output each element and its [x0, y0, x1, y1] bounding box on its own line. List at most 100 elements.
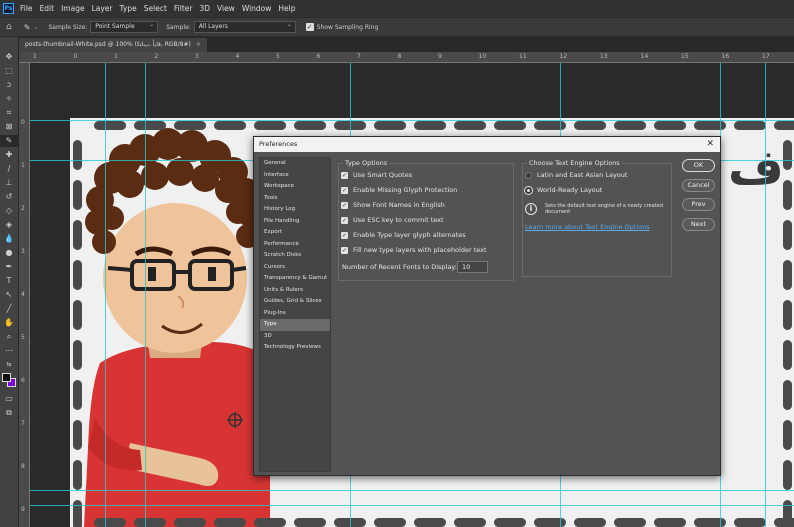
menu-help[interactable]: Help [278, 4, 295, 13]
font-names-english-checkbox[interactable]: ✓ [341, 201, 348, 209]
world-ready-option[interactable]: World-Ready Layout [525, 186, 602, 194]
blur-tool-icon[interactable]: 💧 [0, 233, 18, 245]
missing-glyph-option[interactable]: ✓ Enable Missing Glyph Protection [341, 186, 457, 194]
guide-line-horizontal[interactable] [30, 490, 794, 491]
esc-commit-checkbox[interactable]: ✓ [341, 216, 348, 224]
menu-3d[interactable]: 3D [199, 4, 210, 13]
sample-label: Sample: [166, 23, 191, 31]
history-brush-icon[interactable]: ↺ [0, 191, 18, 203]
prev-button[interactable]: Prev [682, 198, 715, 211]
category-tools[interactable]: Tools [260, 193, 330, 205]
healing-brush-icon[interactable]: ✚ [0, 149, 18, 161]
screen-mode-icon[interactable]: ⧉ [0, 407, 18, 419]
menu-filter[interactable]: Filter [174, 4, 193, 13]
ruler-number: 4 [235, 53, 240, 60]
ruler-number: 0 [21, 119, 25, 126]
move-tool-icon[interactable]: ✥ [0, 51, 18, 63]
category-technology-previews[interactable]: Technology Previews [260, 342, 330, 354]
menu-file[interactable]: File [20, 4, 33, 13]
frame-dash-right [783, 420, 792, 450]
magic-wand-tool-icon[interactable]: ✧ [0, 93, 18, 105]
pen-tool-icon[interactable]: ✒ [0, 261, 18, 273]
document-tab[interactable]: posts-thumbnail-White.psd @ 100% (ﻗﺎﻳﺃ ,… [19, 38, 207, 52]
category-file-handling[interactable]: File Handling [260, 216, 330, 228]
next-button[interactable]: Next [682, 218, 715, 231]
menu-image[interactable]: Image [61, 4, 85, 13]
category-workspace[interactable]: Workspace [260, 181, 330, 193]
missing-glyph-checkbox[interactable]: ✓ [341, 186, 348, 194]
category-type[interactable]: Type [260, 319, 330, 331]
recent-fonts-input[interactable]: 10 [457, 261, 488, 273]
glyph-alternates-option[interactable]: ✓ Enable Type layer glyph alternates [341, 231, 466, 239]
placeholder-text-option[interactable]: ✓ Fill new type layers with placeholder t… [341, 246, 487, 254]
guide-line-vertical[interactable] [105, 63, 106, 527]
menu-layer[interactable]: Layer [92, 4, 113, 13]
line-tool-icon[interactable]: ╱ [0, 303, 18, 315]
menu-edit[interactable]: Edit [40, 4, 55, 13]
guide-line-vertical[interactable] [145, 63, 146, 527]
eyedropper-icon[interactable]: ✎ [0, 135, 18, 147]
category-plug-ins[interactable]: Plug-Ins [260, 308, 330, 320]
category-transparency-gamut[interactable]: Transparency & Gamut [260, 273, 330, 285]
eraser-tool-icon[interactable]: ◇ [0, 205, 18, 217]
sampling-ring-checkbox[interactable]: ✓ [305, 23, 314, 31]
type-tool-icon[interactable]: T [0, 275, 18, 287]
gradient-tool-icon[interactable]: ◈ [0, 219, 18, 231]
smart-quotes-option[interactable]: ✓ Use Smart Quotes [341, 171, 412, 179]
brush-tool-icon[interactable]: ∕ [0, 163, 18, 175]
foreground-color-swatch[interactable] [2, 373, 11, 382]
swap-colors-icon[interactable]: ⇆ [0, 359, 18, 371]
glyph-alternates-checkbox[interactable]: ✓ [341, 231, 348, 239]
smart-quotes-checkbox[interactable]: ✓ [341, 171, 348, 179]
menu-window[interactable]: Window [242, 4, 272, 13]
marquee-tool-icon[interactable]: ⬚ [0, 65, 18, 77]
latin-layout-option[interactable]: Latin and East Asian Layout [525, 171, 627, 179]
category-history-log[interactable]: History Log [260, 204, 330, 216]
category-interface[interactable]: Interface [260, 170, 330, 182]
esc-commit-option[interactable]: ✓ Use ESC key to commit text [341, 216, 444, 224]
path-selection-icon[interactable]: ↖ [0, 289, 18, 301]
category-general[interactable]: General [260, 158, 330, 170]
frame-dash-bottom [574, 518, 606, 527]
world-ready-radio[interactable] [525, 186, 532, 194]
close-tab-icon[interactable]: × [196, 38, 201, 52]
category-performance[interactable]: Performance [260, 239, 330, 251]
tool-preset-chevron-icon[interactable]: ⌄ [33, 24, 38, 31]
lasso-tool-icon[interactable]: ↄ [0, 79, 18, 91]
category-3d[interactable]: 3D [260, 331, 330, 343]
guide-line-horizontal[interactable] [30, 505, 794, 506]
hand-tool-icon[interactable]: ✋ [0, 317, 18, 329]
frame-dash-top [94, 121, 126, 130]
app-logo-icon[interactable]: Ps [3, 3, 14, 14]
zoom-tool-icon[interactable]: ⌕ [0, 331, 18, 343]
guide-line-vertical[interactable] [765, 63, 766, 527]
stamp-tool-icon[interactable]: ⊥ [0, 177, 18, 189]
dodge-tool-icon[interactable]: ● [0, 247, 18, 259]
guide-line-horizontal[interactable] [30, 120, 794, 121]
category-export[interactable]: Export [260, 227, 330, 239]
more-tools-icon[interactable]: ⋯ [0, 345, 18, 357]
latin-layout-radio[interactable] [525, 171, 532, 179]
engine-learn-more-link[interactable]: Learn more about Text Engine Options [525, 223, 650, 231]
ok-button[interactable]: OK [682, 159, 715, 172]
color-swatches[interactable] [2, 373, 18, 391]
category-guides-grid-slices[interactable]: Guides, Grid & Slices [260, 296, 330, 308]
frame-dash-right [783, 340, 792, 370]
home-icon[interactable]: ⌂ [6, 22, 12, 32]
crop-tool-icon[interactable]: ⌗ [0, 107, 18, 119]
close-icon[interactable]: ✕ [706, 137, 714, 152]
category-cursors[interactable]: Cursors [260, 262, 330, 274]
category-scratch-disks[interactable]: Scratch Disks [260, 250, 330, 262]
quick-mask-icon[interactable]: ▭ [0, 393, 18, 405]
sample-size-select[interactable]: Point Sample [90, 20, 159, 33]
menu-view[interactable]: View [217, 4, 235, 13]
menu-select[interactable]: Select [144, 4, 167, 13]
menu-type[interactable]: Type [120, 4, 137, 13]
font-names-english-option[interactable]: ✓ Show Font Names in English [341, 201, 445, 209]
cancel-button[interactable]: Cancel [682, 179, 715, 192]
eyedropper-tool-icon[interactable]: ✎ [24, 23, 31, 32]
placeholder-text-checkbox[interactable]: ✓ [341, 246, 348, 254]
frame-tool-icon[interactable]: ⊠ [0, 121, 18, 133]
category-units-rulers[interactable]: Units & Rulers [260, 285, 330, 297]
sample-select[interactable]: All Layers [193, 20, 296, 33]
